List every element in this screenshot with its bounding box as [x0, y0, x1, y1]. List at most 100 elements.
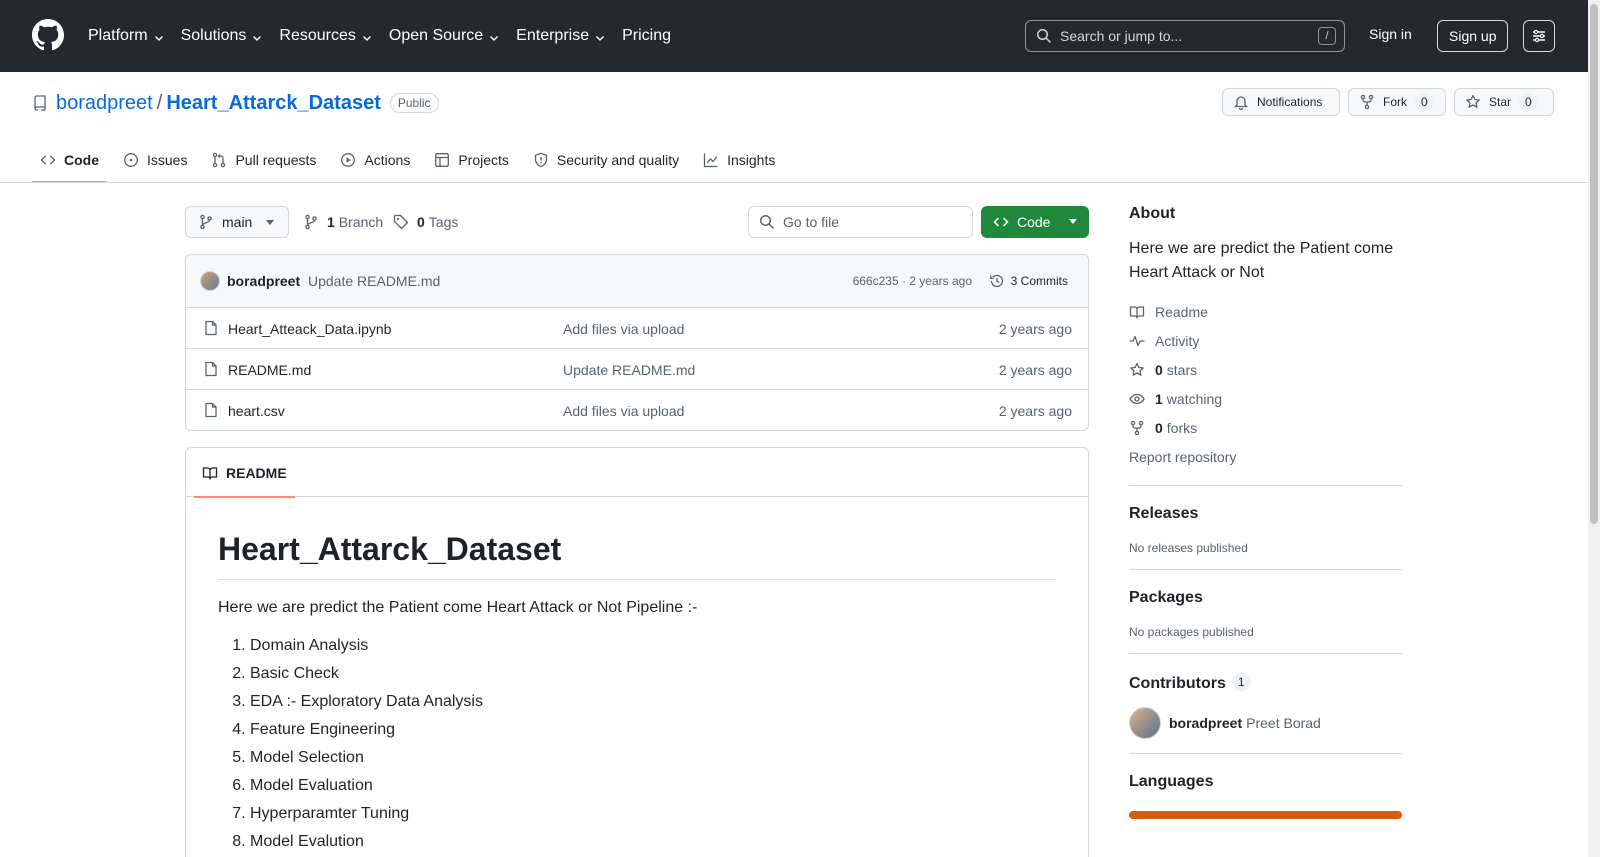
nav-platform[interactable]: Platform	[88, 0, 165, 72]
notifications-button[interactable]: Notifications	[1222, 88, 1340, 116]
packages-text: No packages published	[1129, 625, 1254, 639]
tab-projects[interactable]: Projects	[426, 138, 517, 182]
sign-up-button[interactable]: Sign up	[1437, 20, 1509, 52]
book-icon	[1129, 305, 1145, 319]
code-icon	[40, 155, 56, 165]
play-icon	[341, 153, 356, 167]
chevron-down-icon	[490, 35, 499, 41]
releases-heading[interactable]: Releases	[1129, 505, 1402, 523]
global-search-input[interactable]: Search or jump to... /	[1025, 20, 1345, 52]
repo-name-link[interactable]: Heart_Attarck_Dataset	[166, 92, 381, 115]
star-count: 0	[1519, 93, 1538, 111]
fork-button[interactable]: Fork 0	[1348, 88, 1446, 116]
list-item: EDA :- Exploratory Data Analysis	[250, 690, 1056, 714]
avatar[interactable]	[1129, 707, 1161, 739]
caret-down-icon	[1069, 219, 1077, 224]
chevron-down-icon	[362, 35, 371, 41]
visibility-badge: Public	[389, 93, 439, 113]
divider	[1129, 569, 1402, 570]
nav-enterprise[interactable]: Enterprise	[516, 0, 606, 72]
tab-pull-requests[interactable]: Pull requests	[203, 138, 324, 182]
commits-history-link[interactable]: 3 Commits	[989, 273, 1068, 289]
about-links: Readme Activity 0 stars 1 watching 0 forks …	[1129, 297, 1402, 471]
activity-link[interactable]: Activity	[1129, 326, 1402, 355]
nav-resources[interactable]: Resources	[279, 0, 372, 72]
eye-icon	[1129, 393, 1145, 404]
star-icon	[1466, 94, 1480, 108]
fork-icon	[1130, 420, 1144, 435]
repo-title: boradpreet / Heart_Attarck_Dataset Publi…	[32, 90, 439, 116]
about-heading: About	[1129, 205, 1176, 222]
branch-selector[interactable]: main	[185, 206, 289, 238]
nav-solutions[interactable]: Solutions	[181, 0, 264, 72]
readme-pipeline-list: Domain Analysis Basic Check EDA :- Explo…	[218, 634, 1056, 854]
sign-in-link[interactable]: Sign in	[1369, 26, 1412, 42]
file-row[interactable]: Heart_Atteack_Data.ipynb Add files via u…	[186, 308, 1088, 349]
latest-commit: boradpreet Update README.md 666c235 · 2 …	[186, 255, 1088, 308]
tab-issues[interactable]: Issues	[115, 138, 195, 182]
sliders-icon	[1533, 29, 1545, 43]
repo-tabs: Code Issues Pull requests Actions Projec…	[32, 138, 791, 183]
avatar[interactable]	[200, 271, 220, 291]
star-button[interactable]: Star 0	[1454, 88, 1554, 116]
file-commit-link[interactable]: Add files via upload	[563, 321, 684, 337]
file-name-link[interactable]: heart.csv	[228, 403, 285, 419]
chevron-down-icon	[253, 35, 262, 41]
repo-owner-link[interactable]: boradpreet	[56, 92, 153, 115]
file-age: 2 years ago	[998, 321, 1072, 337]
readme-link[interactable]: Readme	[1129, 297, 1402, 326]
file-commit-link[interactable]: Add files via upload	[563, 403, 684, 419]
file-age: 2 years ago	[998, 362, 1072, 378]
packages-heading[interactable]: Packages	[1129, 589, 1402, 607]
commit-hash-link[interactable]: 666c235 · 2 years ago	[853, 274, 972, 288]
file-row[interactable]: README.md Update README.md 2 years ago	[186, 349, 1088, 390]
menu-button[interactable]	[1523, 20, 1555, 52]
search-icon	[760, 215, 775, 230]
list-item: Domain Analysis	[250, 634, 1056, 658]
code-dropdown-button[interactable]: Code	[981, 206, 1089, 238]
tag-icon	[393, 214, 409, 230]
go-to-file-input[interactable]: Go to file	[748, 206, 973, 238]
pull-request-icon	[213, 152, 226, 168]
tags-link[interactable]: 0 Tags	[393, 214, 458, 230]
star-icon	[1130, 362, 1144, 376]
shield-icon	[534, 152, 548, 168]
fork-count: 0	[1415, 93, 1434, 111]
file-age: 2 years ago	[998, 403, 1072, 419]
tab-insights[interactable]: Insights	[695, 138, 783, 182]
file-row[interactable]: heart.csv Add files via upload 2 years a…	[186, 390, 1088, 430]
page-scrollbar[interactable]	[1588, 0, 1600, 857]
contributors-heading[interactable]: Contributors 1	[1129, 673, 1402, 693]
language-bar[interactable]	[1129, 811, 1402, 819]
tab-actions[interactable]: Actions	[332, 138, 418, 182]
list-item: Model Selection	[250, 746, 1056, 770]
file-name-link[interactable]: Heart_Atteack_Data.ipynb	[228, 321, 391, 337]
file-name-link[interactable]: README.md	[228, 362, 311, 378]
tab-security[interactable]: Security and quality	[525, 138, 687, 182]
languages-heading: Languages	[1129, 773, 1214, 790]
main-nav: Platform Solutions Resources Open Source…	[88, 0, 687, 72]
caret-down-icon	[266, 220, 274, 225]
contributor-item[interactable]: boradpreet Preet Borad	[1129, 707, 1402, 739]
about-description: Here we are predict the Patient come Hea…	[1129, 240, 1394, 281]
watching-link[interactable]: 1 watching	[1129, 384, 1402, 413]
contributors-count: 1	[1231, 673, 1251, 691]
nav-open-source[interactable]: Open Source	[389, 0, 500, 72]
github-logo-icon[interactable]	[32, 19, 64, 51]
releases-text: No releases published	[1129, 541, 1248, 555]
file-commit-link[interactable]: Update README.md	[563, 362, 695, 378]
forks-link[interactable]: 0 forks	[1129, 413, 1402, 442]
readme-title: Heart_Attarck_Dataset	[218, 529, 1056, 580]
chevron-down-icon	[154, 35, 163, 41]
stars-link[interactable]: 0 stars	[1129, 355, 1402, 384]
report-repository-link[interactable]: Report repository	[1129, 442, 1402, 471]
readme-tab[interactable]: README	[194, 448, 295, 498]
commit-message-link[interactable]: Update README.md	[308, 273, 440, 289]
commit-author-link[interactable]: boradpreet	[227, 273, 300, 289]
tab-code[interactable]: Code	[32, 138, 107, 183]
scrollbar-thumb[interactable]	[1590, 4, 1598, 524]
contributor-login[interactable]: boradpreet	[1169, 715, 1242, 731]
issue-icon	[124, 153, 138, 167]
branches-link[interactable]: 1 Branch	[303, 214, 383, 230]
nav-pricing[interactable]: Pricing	[622, 0, 671, 72]
